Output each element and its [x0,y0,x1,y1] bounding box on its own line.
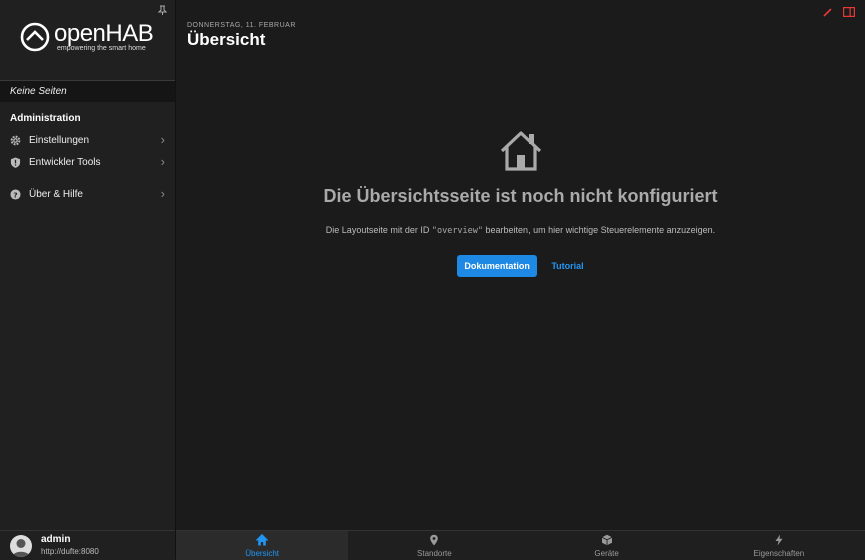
empty-state: Die Übersichtsseite ist noch nicht konfi… [176,130,865,277]
administration-heading: Administration [10,113,81,124]
tab-eigenschaften[interactable]: Eigenschaften [693,531,865,560]
location-pin-icon [430,534,439,546]
documentation-button[interactable]: Dokumentation [457,255,537,277]
sidebar-item-ueber-hilfe[interactable]: ? Über & Hilfe › [0,184,175,206]
logo-subtitle: empowering the smart home [57,45,146,52]
sidebar-item-label: Entwickler Tools [29,157,101,168]
pin-icon[interactable] [157,5,168,15]
sidebar-item-label: Über & Hilfe [29,189,83,200]
logo-wordmark: openHAB [54,20,154,47]
svg-text:?: ? [13,190,17,199]
bolt-icon [775,534,783,546]
sidebar-item-entwickler-tools[interactable]: Entwickler Tools › [0,152,175,174]
page-title: Übersicht [187,30,266,49]
gear-icon [10,135,21,146]
tab-standorte[interactable]: Standorte [348,531,520,560]
openhab-logo[interactable]: openHAB empowering the smart home [20,20,160,56]
overview-id-code: "overview" [431,226,484,236]
user-name: admin [41,534,71,545]
current-date: DONNERSTAG, 11. FEBRUAR [187,22,296,29]
empty-state-description: Die Layoutseite mit der ID "overview" be… [176,225,865,236]
tab-geraete[interactable]: Geräte [521,531,693,560]
user-icon [12,539,30,557]
cube-icon [601,534,612,546]
no-pages-label: Keine Seiten [0,81,175,102]
empty-state-title: Die Übersichtsseite ist noch nicht konfi… [323,186,718,206]
bottom-tab-bar: Übersicht Standorte Geräte Eigenschaften [176,530,865,560]
home-icon [500,131,541,171]
edit-pencil-icon[interactable] [823,7,833,17]
tab-label: Übersicht [245,549,280,558]
help-icon: ? [10,189,21,200]
tab-label: Standorte [417,549,452,558]
chevron-right-icon: › [160,154,165,169]
server-url: http://dufte:8080 [41,547,99,556]
home-icon [256,534,269,546]
sidebar-item-label: Einstellungen [29,135,90,146]
shield-icon [10,157,21,168]
sidebar-toggle-icon[interactable] [843,7,855,17]
avatar [10,535,32,557]
openhab-logo-icon [20,22,50,52]
top-right-toolbar [823,6,857,18]
chevron-right-icon: › [160,186,165,201]
description-text: Die Layoutseite mit der ID [325,225,432,235]
sidebar-panel: openHAB empowering the smart home Keine … [0,0,176,560]
tab-label: Eigenschaften [753,549,805,558]
chevron-right-icon: › [160,132,165,147]
tab-uebersicht[interactable]: Übersicht [176,531,349,560]
sidebar-item-einstellungen[interactable]: Einstellungen › [0,130,175,152]
description-text: bearbeiten, um hier wichtige Steuereleme… [483,225,716,235]
action-row: Dokumentation Tutorial [176,255,865,277]
tab-label: Geräte [594,549,619,558]
user-profile[interactable]: admin http://dufte:8080 [0,530,175,560]
tutorial-link[interactable]: Tutorial [551,261,583,271]
